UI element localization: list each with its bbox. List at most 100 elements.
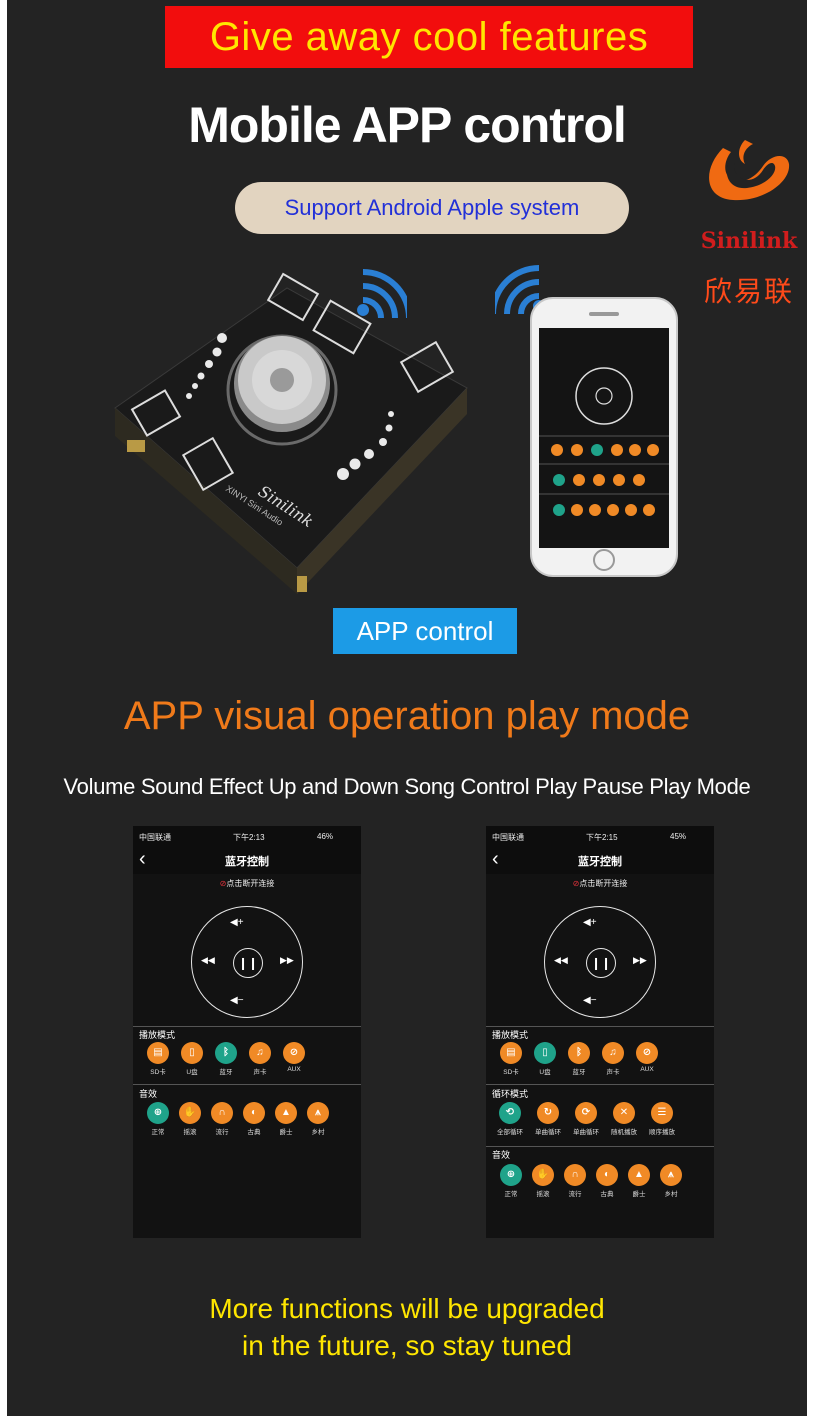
effect-pop-button[interactable]: ∩ 流行 (209, 1102, 235, 1136)
mode-soundcard-button[interactable]: ♫ 声卡 (600, 1042, 626, 1076)
effect-label: 正常 (151, 1129, 165, 1136)
amplifier-board-image: Sinilink XINYI Sini Audio (114, 272, 468, 594)
next-track-icon[interactable]: ▶▶ (280, 955, 294, 966)
mode-usb-button[interactable]: ▯ U盘 (532, 1042, 558, 1076)
effect-label: 正常 (504, 1191, 518, 1198)
time-text: 下午2:15 (586, 833, 618, 842)
product-poster: Give away cool features Mobile APP contr… (7, 0, 807, 1416)
headphones-icon: ∩ (211, 1102, 233, 1124)
effect-label: 爵士 (632, 1191, 646, 1198)
effect-label: 流行 (568, 1191, 582, 1198)
screen-title: 蓝牙控制 (578, 856, 622, 868)
pause-button[interactable]: ❙❙ (233, 948, 263, 978)
smartphone-image (530, 297, 678, 577)
shuffle-icon: ✕ (613, 1102, 635, 1124)
volume-up-icon[interactable]: ◀+ (230, 917, 244, 928)
bluetooth-icon: ᛒ (215, 1042, 237, 1064)
mode-label: U盘 (186, 1069, 198, 1076)
effect-rock-button[interactable]: ✋ 摇滚 (530, 1164, 556, 1198)
effect-normal-button[interactable]: ⊕ 正常 (145, 1102, 171, 1136)
loop-label: 单曲循环 (573, 1129, 599, 1136)
battery-text: 46% (317, 832, 334, 841)
pause-button[interactable]: ❙❙ (586, 948, 616, 978)
repeat-all-icon: ⟲ (499, 1102, 521, 1124)
aux-icon: ⊘ (636, 1042, 658, 1064)
effects-label: 音效 (139, 1089, 158, 1099)
plus-icon: ⊕ (147, 1102, 169, 1124)
footer-line-1: More functions will be upgraded (209, 1293, 605, 1324)
mode-sd-button[interactable]: ▤ SD卡 (145, 1042, 171, 1076)
trees-icon: ⩚ (660, 1164, 682, 1186)
mode-label: SD卡 (503, 1069, 519, 1076)
loop-all-button[interactable]: ⟲ 全部循环 (494, 1102, 526, 1136)
loop-single-alt-button[interactable]: ⟳ 单曲循环 (570, 1102, 602, 1136)
mode-label: AUX (287, 1066, 301, 1073)
effect-normal-button[interactable]: ⊕ 正常 (498, 1164, 524, 1198)
mode-label: 蓝牙 (572, 1069, 586, 1076)
sequential-button[interactable]: ☰ 顺序播放 (646, 1102, 678, 1136)
effect-pop-button[interactable]: ∩ 流行 (562, 1164, 588, 1198)
loop-label: 随机播放 (611, 1129, 637, 1136)
mode-bluetooth-button[interactable]: ᛒ 蓝牙 (566, 1042, 592, 1076)
mode-label: U盘 (539, 1069, 551, 1076)
mode-bluetooth-button[interactable]: ᛒ 蓝牙 (213, 1042, 239, 1076)
mode-aux-button[interactable]: ⊘ AUX (281, 1042, 307, 1076)
effect-label: 古典 (247, 1129, 261, 1136)
mode-aux-button[interactable]: ⊘ AUX (634, 1042, 660, 1076)
disc-icon: ◐ (243, 1102, 265, 1124)
plus-icon: ⊕ (500, 1164, 522, 1186)
next-track-icon[interactable]: ▶▶ (633, 955, 647, 966)
disconnect-label: 点击断开连接 (579, 879, 628, 888)
effect-rock-button[interactable]: ✋ 摇滚 (177, 1102, 203, 1136)
brand-name-cn: 欣易联 (703, 276, 794, 307)
mode-soundcard-button[interactable]: ♫ 声卡 (247, 1042, 273, 1076)
effect-label: 乡村 (664, 1191, 678, 1198)
effect-country-button[interactable]: ⩚ 乡村 (658, 1164, 684, 1198)
effect-classical-button[interactable]: ◐ 古典 (241, 1102, 267, 1136)
support-pill: Support Android Apple system (235, 182, 629, 234)
previous-track-icon[interactable]: ◀◀ (554, 955, 568, 966)
app-control-badge: APP control (333, 608, 517, 654)
app-screenshot-right: 中国联通 下午2:15 45% ‹ 蓝牙控制 ⊘点击断开连接 ◀+ ◀◀ ❙❙ … (486, 826, 714, 1238)
volume-up-icon[interactable]: ◀+ (583, 917, 597, 928)
app-screenshot-left: 中国联通 下午2:13 46% ‹ 蓝牙控制 ⊘点击断开连接 ◀+ ◀◀ ❙❙ … (133, 826, 361, 1238)
loop-single-button[interactable]: ↻ 单曲循环 (532, 1102, 564, 1136)
disconnect-link[interactable]: ⊘点击断开连接 (486, 878, 714, 889)
volume-down-icon[interactable]: ◀− (583, 995, 597, 1006)
usb-icon: ▯ (534, 1042, 556, 1064)
effect-country-button[interactable]: ⩚ 乡村 (305, 1102, 331, 1136)
play-mode-row: ▤ SD卡 ▯ U盘 ᛒ 蓝牙 ♫ 声卡 ⊘ AUX (145, 1042, 307, 1076)
previous-track-icon[interactable]: ◀◀ (201, 955, 215, 966)
effects-row: ⊕ 正常 ✋ 摇滚 ∩ 流行 ◐ 古典 ▲ 爵士 ⩚ 乡村 (498, 1164, 684, 1198)
shuffle-button[interactable]: ✕ 随机播放 (608, 1102, 640, 1136)
footer-line-2: in the future, so stay tuned (242, 1330, 572, 1361)
headline: Mobile APP control (188, 97, 627, 153)
loop-mode-row: ⟲ 全部循环 ↻ 单曲循环 ⟳ 单曲循环 ✕ 随机播放 ☰ 顺序播放 (494, 1102, 678, 1136)
music-note-icon: ♫ (602, 1042, 624, 1064)
brand-name: Sinilink (700, 228, 798, 254)
nav-bar: ‹ 蓝牙控制 (133, 848, 361, 874)
disconnect-link[interactable]: ⊘点击断开连接 (133, 878, 361, 889)
footer-note: More functions will be upgraded in the f… (7, 1290, 807, 1364)
mode-usb-button[interactable]: ▯ U盘 (179, 1042, 205, 1076)
loop-label: 顺序播放 (649, 1129, 675, 1136)
effect-label: 乡村 (311, 1129, 325, 1136)
play-mode-label: 播放模式 (492, 1030, 529, 1040)
divider (486, 1084, 714, 1085)
mode-sd-button[interactable]: ▤ SD卡 (498, 1042, 524, 1076)
mode-label: AUX (640, 1066, 654, 1073)
flame-swirl-logo (709, 140, 790, 201)
play-mode-row: ▤ SD卡 ▯ U盘 ᛒ 蓝牙 ♫ 声卡 ⊘ AUX (498, 1042, 660, 1076)
volume-down-icon[interactable]: ◀− (230, 995, 244, 1006)
sd-card-icon: ▤ (147, 1042, 169, 1064)
carrier-text: 中国联通 (492, 833, 524, 842)
mode-label: SD卡 (150, 1069, 166, 1076)
bluetooth-icon: ᛒ (568, 1042, 590, 1064)
effect-jazz-button[interactable]: ▲ 爵士 (273, 1102, 299, 1136)
effect-classical-button[interactable]: ◐ 古典 (594, 1164, 620, 1198)
nav-bar: ‹ 蓝牙控制 (486, 848, 714, 874)
aux-icon: ⊘ (283, 1042, 305, 1064)
usb-icon: ▯ (181, 1042, 203, 1064)
effect-jazz-button[interactable]: ▲ 爵士 (626, 1164, 652, 1198)
sd-card-icon: ▤ (500, 1042, 522, 1064)
